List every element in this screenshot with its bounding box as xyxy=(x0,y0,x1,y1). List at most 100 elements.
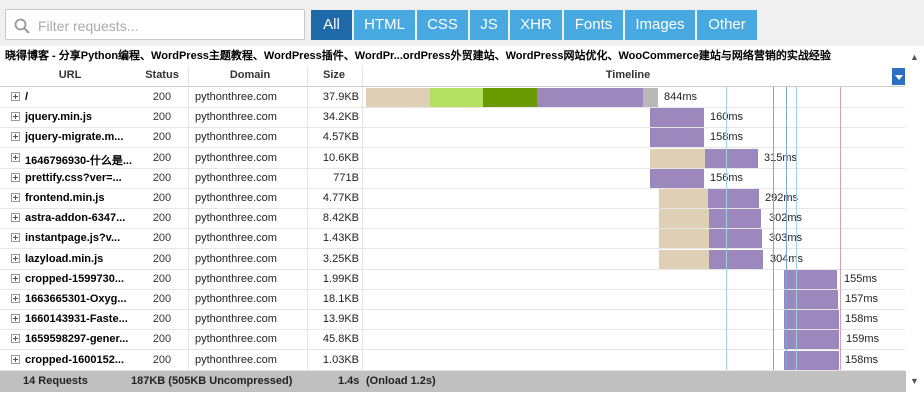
request-url[interactable]: jquery-migrate.m... xyxy=(25,131,135,143)
request-domain: pythonthree.com xyxy=(195,353,277,366)
timeline-bar-download xyxy=(709,249,763,269)
vertical-scrollbar[interactable]: ▲ ▼ xyxy=(905,48,924,395)
expand-icon[interactable] xyxy=(11,132,20,142)
request-duration: 155ms xyxy=(844,272,878,285)
request-url[interactable]: frontend.min.js xyxy=(25,192,135,204)
filter-other-button[interactable]: Other xyxy=(697,10,757,40)
expand-icon[interactable] xyxy=(11,314,20,324)
request-url[interactable]: / xyxy=(25,91,135,103)
request-domain: pythonthree.com xyxy=(195,293,277,305)
table-row[interactable]: / 200 pythonthree.com 37.9KB 844ms xyxy=(0,87,906,108)
request-timeline: 160ms xyxy=(364,107,892,128)
transfer-size: 187KB (505KB Uncompressed) xyxy=(131,375,293,387)
filter-toolbar: All HTML CSS JS XHR Fonts Images Other xyxy=(0,0,924,46)
request-domain: pythonthree.com xyxy=(195,212,277,225)
request-status: 200 xyxy=(152,131,172,144)
filter-html-button[interactable]: HTML xyxy=(354,10,415,40)
expand-icon[interactable] xyxy=(11,233,20,243)
timeline-bar-wait xyxy=(659,209,709,229)
request-url[interactable]: astra-addon-6347... xyxy=(25,212,135,224)
request-status: 200 xyxy=(152,293,172,305)
request-size: 34.2KB xyxy=(322,111,359,124)
table-row[interactable]: prettify.css?ver=... 200 pythonthree.com 77… xyxy=(0,168,906,189)
expand-icon[interactable] xyxy=(11,354,20,364)
timeline-bar-wait xyxy=(659,189,708,208)
scroll-up-arrow-icon[interactable]: ▲ xyxy=(910,52,919,62)
summary-bar: 14 Requests 187KB (505KB Uncompressed) 1… xyxy=(0,371,906,392)
column-header-status[interactable]: Status xyxy=(137,69,187,81)
table-row[interactable]: 1646796930-什么是... 200 pythonthree.com 10.6K… xyxy=(0,148,906,169)
request-url[interactable]: 1659598297-gener... xyxy=(25,333,135,345)
table-row[interactable]: cropped-1599730... 200 pythonthree.com 1.99… xyxy=(0,269,906,290)
timeline-bar-download xyxy=(709,229,762,249)
filter-js-button[interactable]: JS xyxy=(470,10,508,40)
request-domain: pythonthree.com xyxy=(195,252,277,265)
expand-icon[interactable] xyxy=(11,213,20,223)
request-size: 4.77KB xyxy=(322,192,359,204)
expand-icon[interactable] xyxy=(11,112,20,122)
timeline-bar-download xyxy=(784,330,839,350)
filter-fonts-button[interactable]: Fonts xyxy=(564,10,623,40)
timeline-bar-wait xyxy=(659,229,709,249)
request-url[interactable]: 1663665301-Oxyg... xyxy=(25,293,135,305)
request-domain: pythonthree.com xyxy=(195,131,277,144)
timeline-bar-download xyxy=(708,189,759,208)
expand-icon[interactable] xyxy=(11,193,20,202)
table-row[interactable]: 1663665301-Oxyg... 200 pythonthree.com 18.1… xyxy=(0,289,906,310)
expand-icon[interactable] xyxy=(11,273,20,283)
timeline-bar-blocked xyxy=(643,88,658,107)
request-status: 200 xyxy=(152,151,172,164)
request-url[interactable]: 1646796930-什么是... xyxy=(25,152,135,168)
table-row[interactable]: cropped-1600152... 200 pythonthree.com 1.03… xyxy=(0,350,906,371)
request-size: 1.03KB xyxy=(322,353,359,366)
column-header-size[interactable]: Size xyxy=(309,69,359,81)
request-size: 18.1KB xyxy=(322,293,359,305)
timeline-marker-line xyxy=(773,87,774,370)
timeline-bar-download xyxy=(784,269,837,289)
request-url[interactable]: cropped-1599730... xyxy=(25,273,135,285)
filter-xhr-button[interactable]: XHR xyxy=(510,10,562,40)
table-row[interactable]: 1660143931-Faste... 200 pythonthree.com 13.… xyxy=(0,309,906,331)
table-row[interactable]: 1659598297-gener... 200 pythonthree.com 45.… xyxy=(0,329,906,351)
onload-time: (Onload 1.2s) xyxy=(366,375,436,387)
expand-icon[interactable] xyxy=(11,172,20,182)
filter-css-button[interactable]: CSS xyxy=(417,10,468,40)
table-row[interactable]: jquery.min.js 200 pythonthree.com 34.2KB 160… xyxy=(0,107,906,129)
request-url[interactable]: prettify.css?ver=... xyxy=(25,172,135,184)
expand-icon[interactable] xyxy=(11,92,20,101)
filter-images-button[interactable]: Images xyxy=(625,10,695,40)
search-input[interactable] xyxy=(36,15,300,37)
timeline-bar-download xyxy=(784,350,839,370)
table-row[interactable]: frontend.min.js 200 pythonthree.com 4.77KB 2… xyxy=(0,188,906,209)
table-row[interactable]: instantpage.js?v... 200 pythonthree.com 1.4… xyxy=(0,228,906,250)
expand-icon[interactable] xyxy=(11,334,20,344)
timeline-bar-download xyxy=(650,108,704,128)
column-header-domain[interactable]: Domain xyxy=(195,69,305,81)
request-status: 200 xyxy=(152,272,172,285)
request-url[interactable]: instantpage.js?v... xyxy=(25,232,135,244)
request-url[interactable]: lazyload.min.js xyxy=(25,253,135,265)
request-size: 1.99KB xyxy=(322,272,359,285)
table-row[interactable]: jquery-migrate.m... 200 pythonthree.com 4.5… xyxy=(0,127,906,149)
request-timeline: 844ms xyxy=(364,87,892,107)
request-url[interactable]: 1660143931-Faste... xyxy=(25,313,135,325)
request-status: 200 xyxy=(152,313,172,326)
request-url[interactable]: jquery.min.js xyxy=(25,111,135,123)
request-status: 200 xyxy=(152,333,172,346)
request-size: 8.42KB xyxy=(322,212,359,225)
filter-all-button[interactable]: All xyxy=(311,10,352,40)
expand-icon[interactable] xyxy=(11,253,20,263)
expand-icon[interactable] xyxy=(11,152,20,162)
table-row[interactable]: astra-addon-6347... 200 pythonthree.com 8.4… xyxy=(0,208,906,230)
request-duration: 157ms xyxy=(845,293,879,305)
request-url[interactable]: cropped-1600152... xyxy=(25,354,135,366)
column-header-url[interactable]: URL xyxy=(25,69,115,81)
column-menu-button[interactable] xyxy=(892,68,906,85)
table-row[interactable]: lazyload.min.js 200 pythonthree.com 3.25KB 3… xyxy=(0,249,906,270)
search-box[interactable] xyxy=(5,9,305,40)
expand-icon[interactable] xyxy=(11,294,20,303)
request-timeline: 157ms xyxy=(364,289,892,309)
request-timeline: 158ms xyxy=(364,127,892,148)
column-header-timeline[interactable]: Timeline xyxy=(364,69,892,81)
scroll-down-arrow-icon[interactable]: ▼ xyxy=(910,376,919,386)
